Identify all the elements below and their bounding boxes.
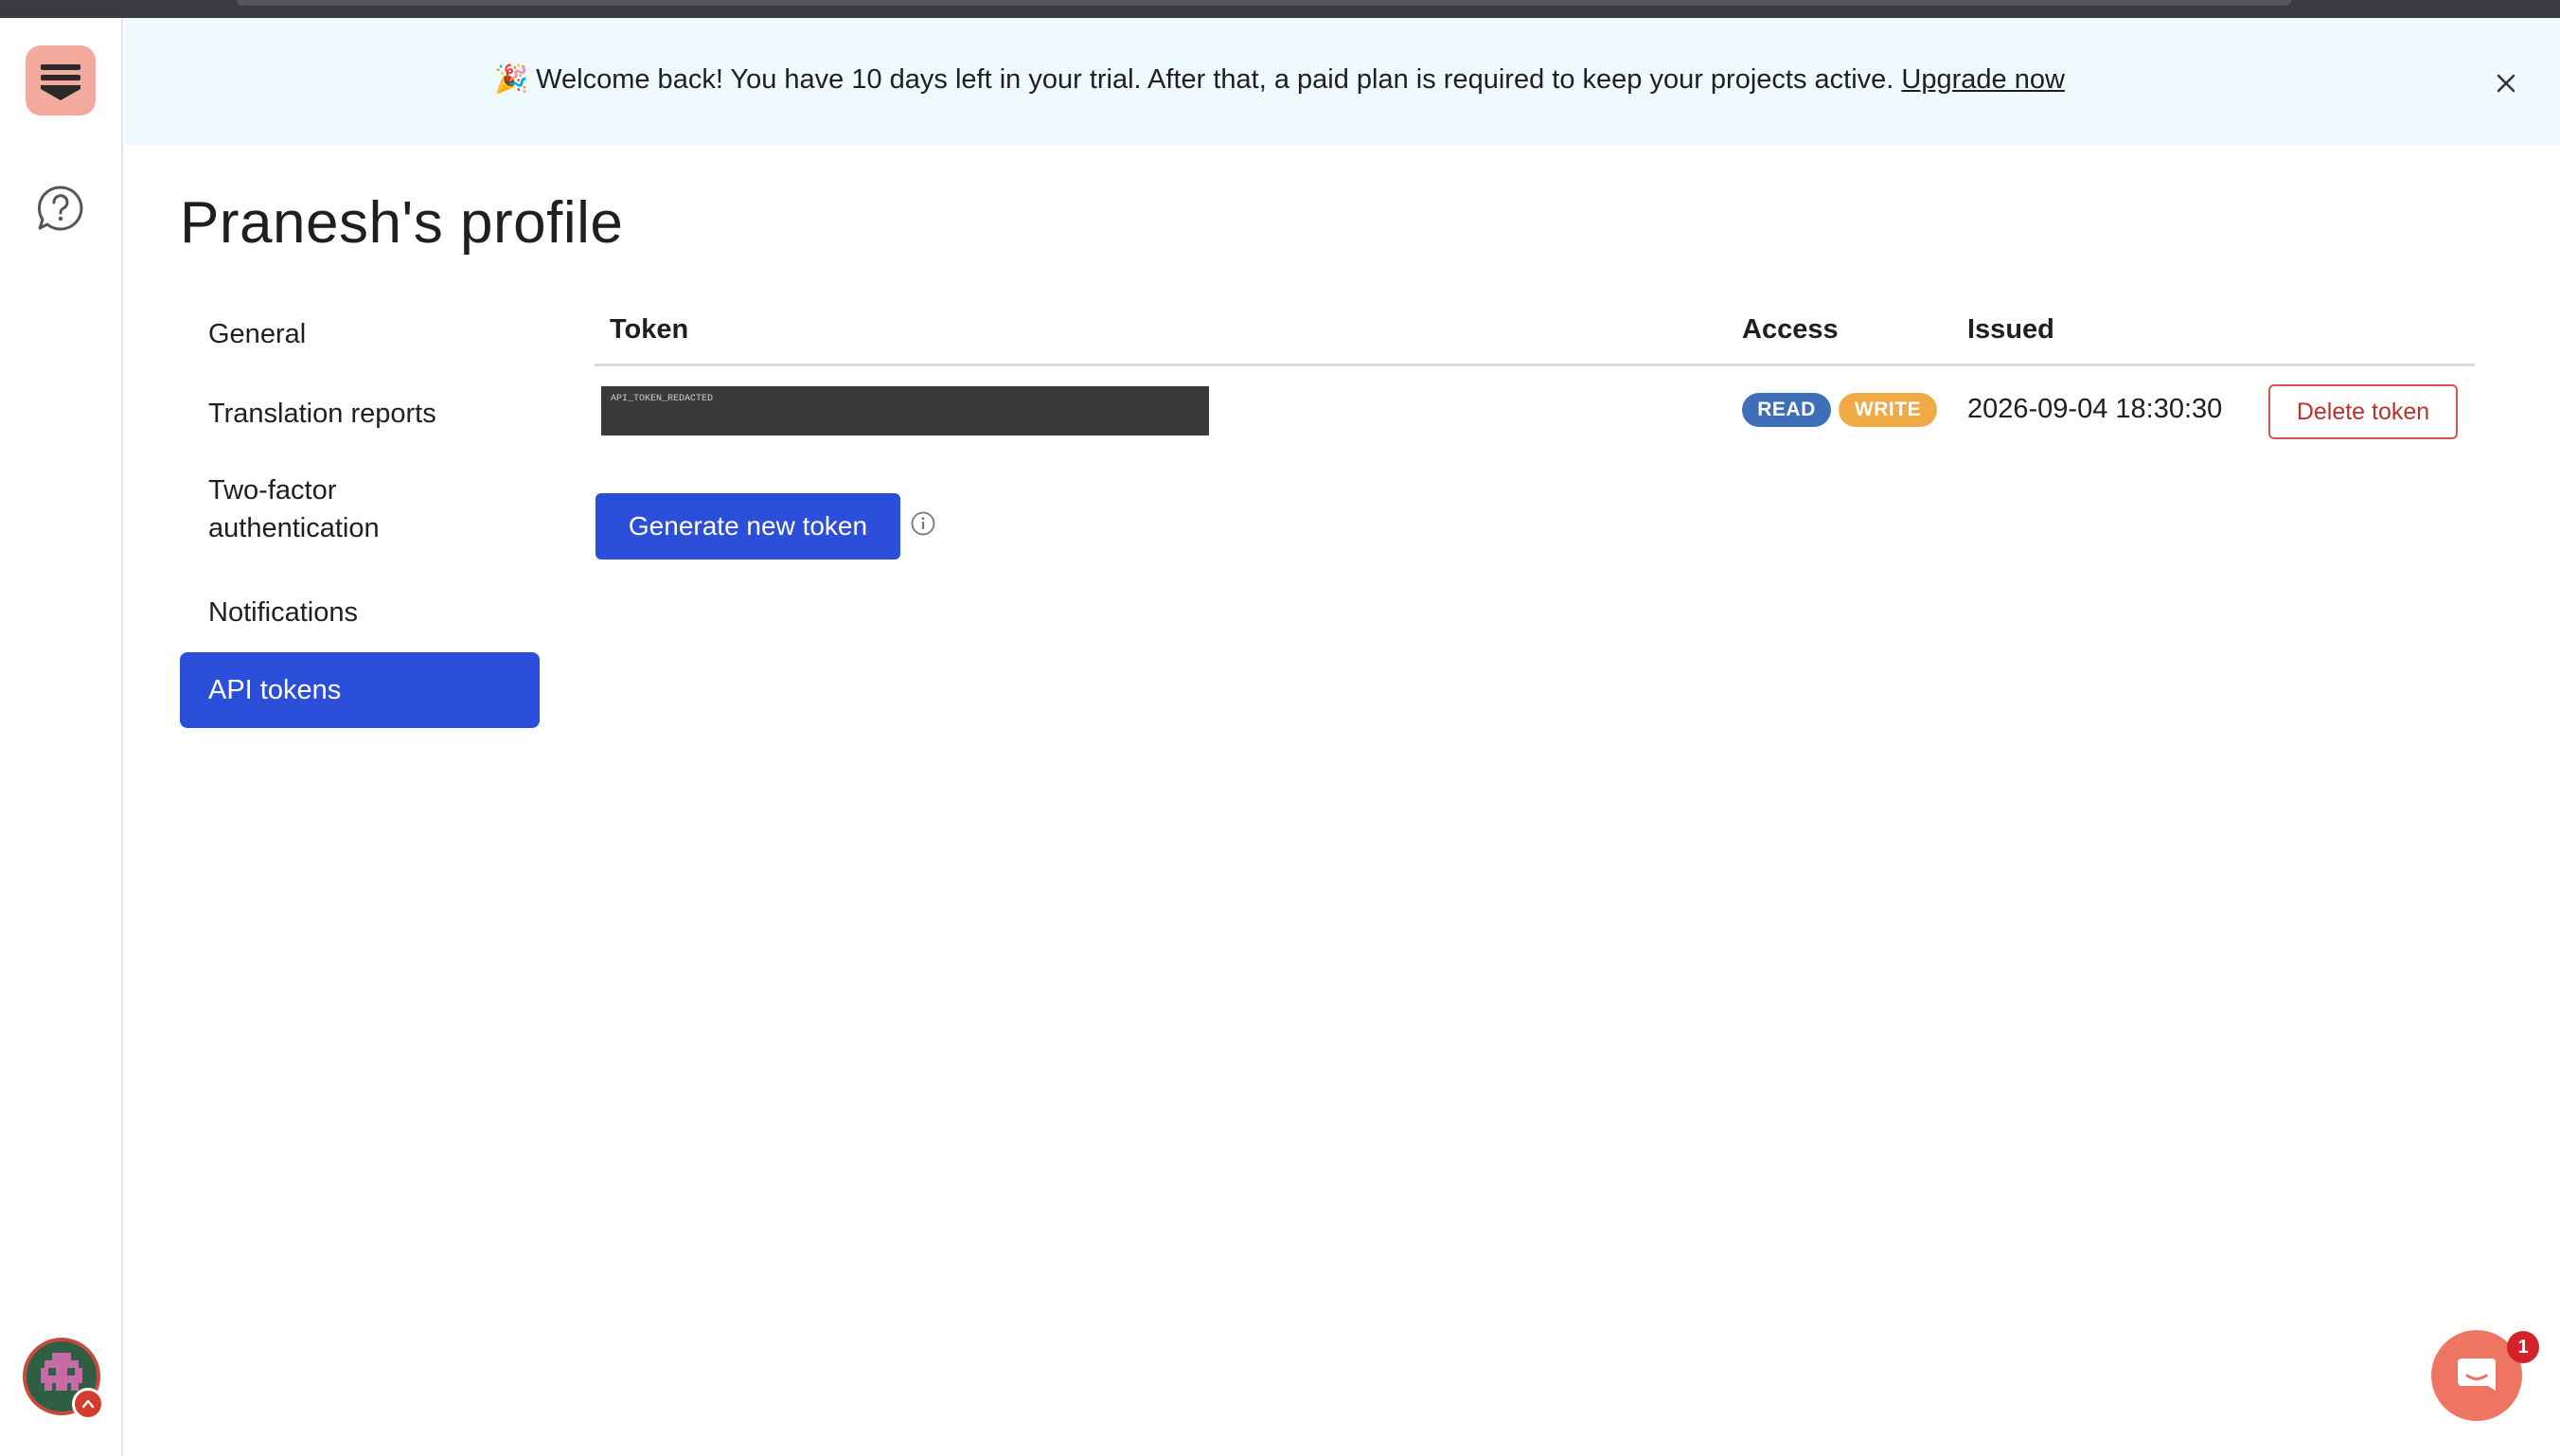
column-header-issued: Issued xyxy=(1967,314,2054,345)
info-circle-icon[interactable] xyxy=(910,510,936,537)
nav-item-two-factor-authentication[interactable]: Two-factor authentication xyxy=(180,471,540,566)
nav-item-api-tokens[interactable]: API tokens xyxy=(180,652,540,728)
header-divider xyxy=(595,364,2475,366)
browser-address-bar xyxy=(237,0,2291,6)
close-icon[interactable] xyxy=(2490,67,2522,99)
trial-banner: 🎉 Welcome back! You have 10 days left in… xyxy=(125,18,2560,145)
chat-unread-badge: 1 xyxy=(2507,1331,2539,1363)
app-logo[interactable] xyxy=(26,45,96,115)
access-badge-write: WRITE xyxy=(1839,393,1937,427)
nav-item-label-line2: authentication xyxy=(208,513,380,543)
party-emoji-icon: 🎉 xyxy=(494,64,529,95)
left-rail xyxy=(0,18,123,1456)
stacked-bars-logo-icon xyxy=(41,64,80,100)
nav-item-translation-reports[interactable]: Translation reports xyxy=(180,376,540,452)
upgrade-now-link[interactable]: Upgrade now xyxy=(1901,64,2065,95)
column-header-token: Token xyxy=(610,314,689,345)
column-header-access: Access xyxy=(1742,314,1839,345)
browser-top-strip xyxy=(0,0,2560,18)
avatar-status-badge[interactable] xyxy=(72,1388,104,1420)
banner-message: 🎉 Welcome back! You have 10 days left in… xyxy=(494,63,2065,96)
nav-item-general[interactable]: General xyxy=(180,296,540,372)
nav-item-notifications[interactable]: Notifications xyxy=(180,575,540,650)
nav-item-label-line1: Two-factor xyxy=(208,475,337,506)
generate-new-token-button[interactable]: Generate new token xyxy=(596,493,900,559)
chevron-up-icon xyxy=(81,1399,95,1409)
token-value[interactable]: API_TOKEN_REDACTED xyxy=(601,386,1209,435)
issued-timestamp: 2026-09-04 18:30:30 xyxy=(1967,394,2223,424)
question-circle-icon[interactable] xyxy=(36,184,85,233)
delete-token-button[interactable]: Delete token xyxy=(2268,384,2458,439)
access-badge-read: READ xyxy=(1742,393,1831,427)
page-title: Pranesh's profile xyxy=(180,190,624,256)
banner-text: Welcome back! You have 10 days left in y… xyxy=(536,64,1894,95)
chat-bubble-icon xyxy=(2458,1358,2496,1391)
